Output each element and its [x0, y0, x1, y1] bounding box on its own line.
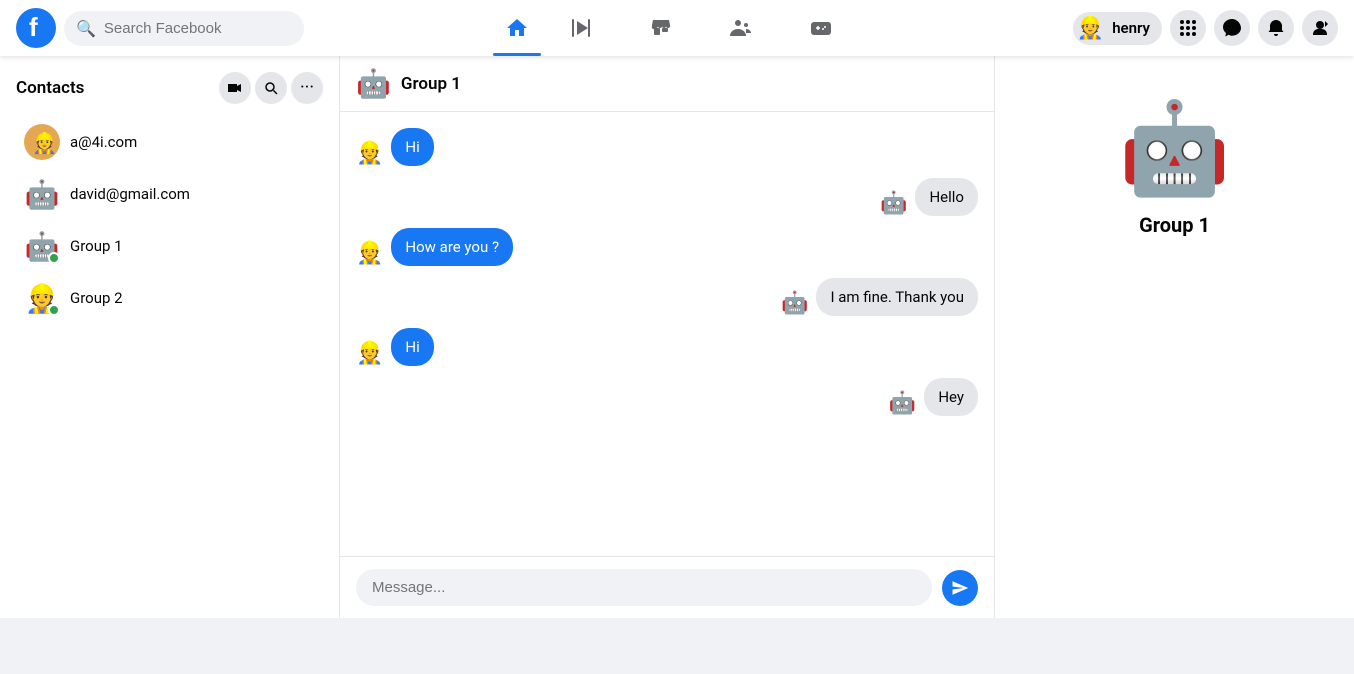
message-avatar: 👷 [356, 241, 383, 266]
contact-avatar: 🤖 [24, 176, 60, 212]
contact-name: Group 1 [70, 237, 123, 255]
message-bubble: Hi [391, 328, 433, 366]
user-name: henry [1112, 19, 1150, 37]
nav-marketplace-button[interactable] [621, 4, 701, 52]
online-indicator [48, 252, 60, 264]
message-avatar: 👷 [356, 141, 383, 166]
message-bubble: Hey [924, 378, 978, 416]
notifications-button[interactable] [1258, 10, 1294, 46]
contacts-header: Contacts ··· [16, 72, 323, 104]
user-avatar: 👷 [1077, 16, 1104, 41]
topnav-center [316, 4, 1038, 52]
message-row: Hey 🤖 [356, 378, 978, 416]
search-input[interactable] [104, 20, 292, 37]
contact-name: Group 2 [70, 289, 123, 307]
svg-text:f: f [29, 12, 38, 42]
account-menu-button[interactable] [1302, 10, 1338, 46]
message-row: 👷 Hi [356, 128, 978, 166]
chat-group-avatar: 🤖 [356, 67, 391, 100]
message-bubble: I am fine. Thank you [816, 278, 978, 316]
nav-home-button[interactable] [493, 4, 541, 52]
contact-name: david@gmail.com [70, 185, 190, 203]
send-button[interactable] [942, 570, 978, 606]
contacts-title: Contacts [16, 78, 84, 98]
message-avatar: 🤖 [889, 391, 916, 416]
right-sidebar: 🤖 Group 1 [994, 56, 1354, 618]
contact-avatar: 🤖 [24, 228, 60, 264]
contact-avatar: 👷 [24, 280, 60, 316]
message-input[interactable] [356, 569, 932, 606]
message-row: I am fine. Thank you 🤖 [356, 278, 978, 316]
topnav-right: 👷 henry [1038, 10, 1338, 46]
contact-item[interactable]: 🤖 Group 1 [16, 220, 323, 272]
message-bubble: Hi [391, 128, 433, 166]
contact-item[interactable]: 👷 Group 2 [16, 272, 323, 324]
apps-button[interactable] [1170, 10, 1206, 46]
messenger-button[interactable] [1214, 10, 1250, 46]
message-row: Hello 🤖 [356, 178, 978, 216]
contacts-actions: ··· [219, 72, 323, 104]
online-indicator [48, 304, 60, 316]
contact-item[interactable]: 👷 a@4i.com [16, 116, 323, 168]
topnav-left: f 🔍 [16, 8, 316, 48]
contact-name: a@4i.com [70, 133, 137, 151]
chat-area: 🤖 Group 1 👷 Hi Hello 🤖 👷 How are you ? I… [340, 56, 994, 618]
group-profile-name: Group 1 [1139, 213, 1210, 237]
contact-item[interactable]: 🤖 david@gmail.com [16, 168, 323, 220]
search-box[interactable]: 🔍 [64, 11, 304, 46]
nav-watch-button[interactable] [541, 4, 621, 52]
message-bubble: Hello [915, 178, 978, 216]
message-avatar: 🤖 [781, 291, 808, 316]
chat-input-area [340, 556, 994, 618]
left-sidebar: Contacts ··· 👷 a@4i.com [0, 56, 340, 618]
message-bubble: How are you ? [391, 228, 513, 266]
chat-group-name: Group 1 [401, 74, 461, 94]
search-icon: 🔍 [76, 19, 96, 38]
video-call-button[interactable] [219, 72, 251, 104]
user-profile-chip[interactable]: 👷 henry [1073, 12, 1162, 45]
message-avatar: 🤖 [880, 191, 907, 216]
svg-text:👷: 👷 [32, 131, 57, 155]
message-row: 👷 Hi [356, 328, 978, 366]
main-layout: Contacts ··· 👷 a@4i.com [0, 56, 1354, 618]
facebook-logo[interactable]: f [16, 8, 56, 48]
search-contacts-button[interactable] [255, 72, 287, 104]
top-navigation: f 🔍 👷 henry [0, 0, 1354, 56]
contacts-more-button[interactable]: ··· [291, 72, 323, 104]
message-avatar: 👷 [356, 341, 383, 366]
nav-groups-button[interactable] [701, 4, 781, 52]
chat-header: 🤖 Group 1 [340, 56, 994, 112]
contact-avatar: 👷 [24, 124, 60, 160]
nav-gaming-button[interactable] [781, 4, 861, 52]
message-row: 👷 How are you ? [356, 228, 978, 266]
chat-messages: 👷 Hi Hello 🤖 👷 How are you ? I am fine. … [340, 112, 994, 556]
group-profile-avatar: 🤖 [1118, 96, 1230, 201]
